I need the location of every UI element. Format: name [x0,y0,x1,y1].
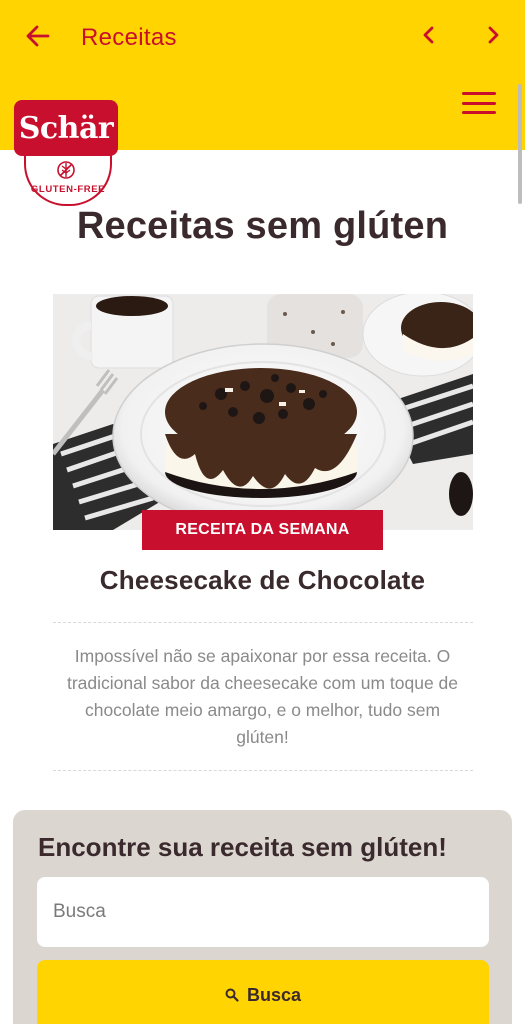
crossed-grain-icon [57,161,75,179]
search-button[interactable]: Busca [37,960,489,1024]
recipe-title[interactable]: Cheesecake de Chocolate [0,565,525,596]
recipe-of-the-week-badge: RECEITA DA SEMANA [142,510,383,550]
divider-top [53,622,473,623]
scrollbar[interactable] [518,84,522,204]
logo-tagline: GLUTEN-FREE [30,184,106,195]
back-button[interactable] [20,18,56,54]
search-input[interactable] [37,877,489,947]
divider-bottom [53,770,473,771]
recipe-description: Impossível não se apaixonar por essa rec… [66,646,459,747]
logo-wordmark: Schär [14,100,118,156]
chevron-left-icon [423,26,434,44]
page-title: Receitas sem glúten [76,205,449,247]
hamburger-menu-icon[interactable] [462,88,498,118]
previous-button[interactable] [414,20,444,50]
arrow-left-icon [26,25,50,47]
featured-recipe-image[interactable] [53,294,473,530]
app-bar-title: Receitas [81,24,177,51]
cheesecake-photo [53,294,473,530]
recipe-search-card: Encontre sua receita sem glúten! Busca [13,810,512,1024]
search-button-label: Busca [246,984,302,1005]
chevron-right-icon [488,26,499,44]
next-button[interactable] [478,20,508,50]
brand-logo[interactable]: Schär GLUTEN-FREE [14,100,120,206]
recipes-page: Receitas Schär GLUTEN-FREE Receitas sem … [0,0,525,1024]
app-bar: Receitas [0,0,525,76]
search-icon [225,988,239,1002]
search-heading: Encontre sua receita sem glúten! [38,832,447,862]
